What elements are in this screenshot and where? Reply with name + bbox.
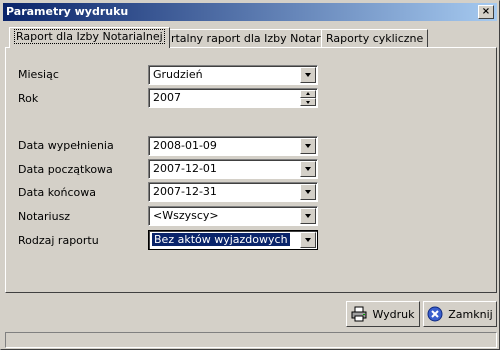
- rodzaj-raportu-value: Bez aktów wyjazdowych: [152, 233, 290, 246]
- notariusz-label: Notariusz: [18, 210, 71, 223]
- tab-raporty-cykliczne[interactable]: Raporty cykliczne: [321, 29, 429, 48]
- spin-up-icon[interactable]: [300, 90, 316, 98]
- data-wypelnienia-label: Data wypełnienia: [18, 139, 114, 152]
- title-bar: Parametry wydruku ×: [3, 3, 497, 21]
- printer-icon: [351, 306, 367, 322]
- data-koncowa-label: Data końcowa: [18, 186, 96, 199]
- close-circle-icon: [427, 306, 443, 322]
- tab-label: Raport dla Izby Notarialnej: [14, 29, 165, 44]
- rodzaj-raportu-select[interactable]: Bez aktów wyjazdowych: [148, 230, 318, 250]
- miesiac-select[interactable]: Grudzień: [148, 65, 318, 85]
- rok-label: Rok: [18, 92, 39, 105]
- print-button-label: Wydruk: [372, 307, 415, 321]
- rok-spinner[interactable]: 2007: [148, 88, 318, 108]
- dropdown-arrow-icon[interactable]: [300, 138, 316, 154]
- status-bar: [5, 332, 497, 348]
- spin-down-icon[interactable]: [300, 98, 316, 106]
- data-wypelnienia-value: 2008-01-09: [153, 139, 217, 152]
- data-poczatkowa-value: 2007-12-01: [153, 162, 217, 175]
- miesiac-label: Miesiąc: [18, 68, 59, 81]
- tab-label: Kwartalny raport dla Izby Notarialnej: [148, 32, 351, 45]
- data-wypelnienia-picker[interactable]: 2008-01-09: [148, 136, 318, 156]
- dropdown-arrow-icon[interactable]: [300, 232, 316, 248]
- window-title: Parametry wydruku: [6, 5, 129, 18]
- tab-label: Raporty cykliczne: [326, 32, 424, 45]
- dropdown-arrow-icon[interactable]: [300, 208, 316, 224]
- tab-raport-izby[interactable]: Raport dla Izby Notarialnej: [9, 27, 170, 48]
- rok-value: 2007: [153, 91, 181, 104]
- close-button-label: Zamknij: [448, 307, 493, 321]
- data-poczatkowa-picker[interactable]: 2007-12-01: [148, 159, 318, 179]
- data-koncowa-picker[interactable]: 2007-12-31: [148, 182, 318, 202]
- close-button[interactable]: Zamknij: [423, 301, 497, 327]
- data-koncowa-value: 2007-12-31: [153, 185, 217, 198]
- print-parameters-dialog: Parametry wydruku × Raport dla Izby Nota…: [0, 0, 500, 350]
- print-button[interactable]: Wydruk: [346, 301, 420, 327]
- miesiac-value: Grudzień: [153, 68, 203, 81]
- dropdown-arrow-icon[interactable]: [300, 184, 316, 200]
- notariusz-select[interactable]: <Wszyscy>: [148, 206, 318, 226]
- rodzaj-raportu-label: Rodzaj raportu: [18, 234, 99, 247]
- notariusz-value: <Wszyscy>: [153, 209, 219, 222]
- dropdown-arrow-icon[interactable]: [300, 161, 316, 177]
- dropdown-arrow-icon[interactable]: [300, 67, 316, 83]
- tab-panel: Miesiąc Grudzień Rok 2007 Data wypełnien…: [5, 47, 497, 293]
- data-poczatkowa-label: Data początkowa: [18, 163, 113, 176]
- window-close-button[interactable]: ×: [478, 5, 494, 19]
